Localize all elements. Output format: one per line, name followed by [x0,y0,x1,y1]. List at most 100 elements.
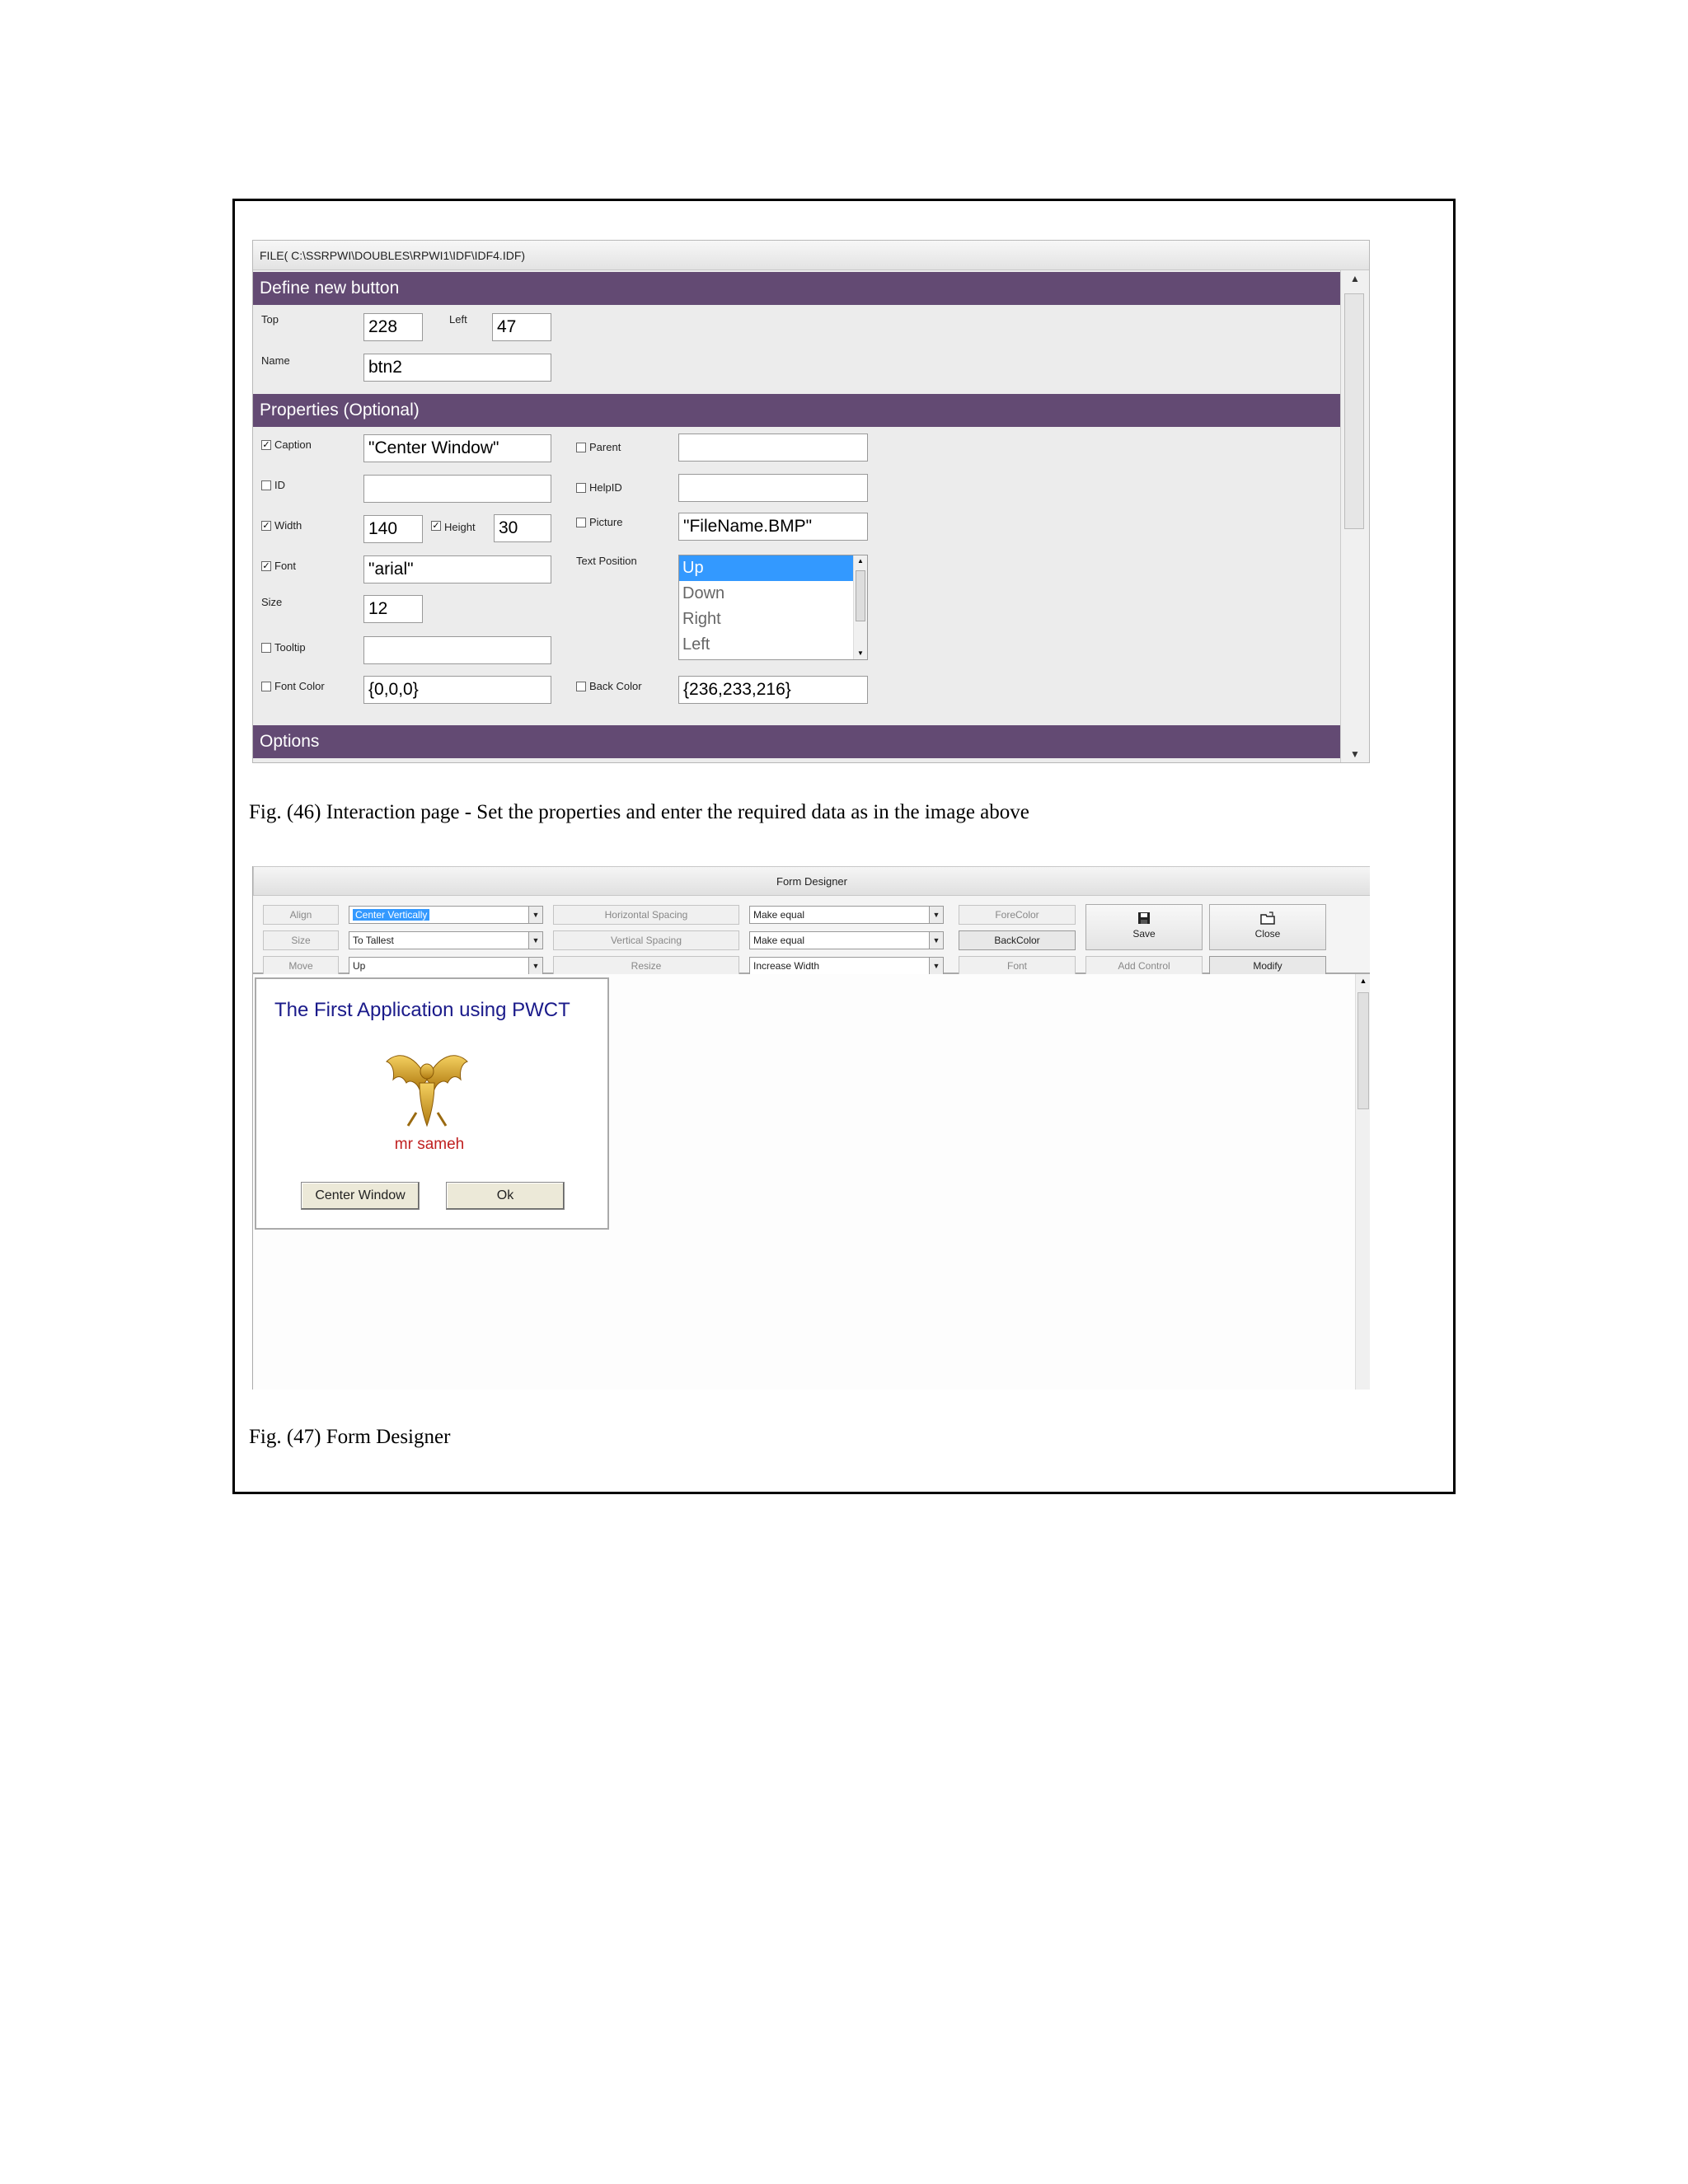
font-checkbox[interactable]: ✓ [261,561,271,571]
parent-checkbox[interactable] [576,443,586,452]
interaction-page-window: FILE( C:\SSRPWI\DOUBLES\RPWI1\IDF\IDF4.I… [252,240,1370,763]
parent-label: Parent [589,441,621,453]
chevron-down-icon[interactable]: ▼ [929,958,943,974]
designed-form[interactable]: The First Application using PWCT mr same… [255,977,609,1230]
eagle-logo[interactable] [383,1047,471,1129]
forecolor-button[interactable]: ForeColor [959,905,1076,925]
resize-button[interactable]: Resize [553,956,739,976]
id-input[interactable] [363,475,551,503]
move-button[interactable]: Move [263,956,339,976]
caption-checkbox[interactable]: ✓ [261,440,271,450]
scroll-down-icon[interactable]: ▼ [1341,746,1369,762]
form-title-label[interactable]: The First Application using PWCT [274,999,570,1022]
resize-combo[interactable]: Increase Width ▼ [749,957,944,975]
scroll-thumb[interactable] [856,570,865,621]
picture-input[interactable]: "FileName.BMP" [678,513,868,541]
back-color-checkbox[interactable] [576,682,586,691]
height-checkbox[interactable]: ✓ [431,521,441,531]
caption-input[interactable]: "Center Window" [363,434,551,462]
top-input[interactable]: 228 [363,313,423,341]
ok-button[interactable]: Ok [446,1182,565,1210]
caption-label: Caption [274,438,312,451]
close-button[interactable]: Close [1209,904,1326,950]
font-input[interactable]: "arial" [363,555,551,583]
width-checkbox[interactable]: ✓ [261,521,271,531]
scroll-down-icon[interactable]: ▼ [854,648,867,659]
add-control-button[interactable]: Add Control [1085,956,1203,976]
size-combo[interactable]: To Tallest ▼ [349,931,543,949]
move-combo-value: Up [353,960,366,972]
font-button[interactable]: Font [959,956,1076,976]
back-color-label: Back Color [589,680,642,692]
font-color-checkbox[interactable] [261,682,271,691]
picture-label: Picture [589,516,623,528]
align-combo-value: Center Vertically [353,909,430,921]
size-input[interactable]: 12 [363,595,423,623]
chevron-down-icon[interactable]: ▼ [929,932,943,949]
horizontal-spacing-button[interactable]: Horizontal Spacing [553,905,739,925]
section-options: Options [253,725,1341,758]
font-label: Font [274,560,297,572]
size-button[interactable]: Size [263,930,339,950]
tooltip-label: Tooltip [274,641,306,654]
text-position-option[interactable]: Down [679,581,854,607]
scroll-thumb[interactable] [1357,992,1369,1109]
horizontal-spacing-value: Make equal [753,909,805,921]
close-label: Close [1254,928,1281,940]
align-button[interactable]: Align [263,905,339,925]
tooltip-input[interactable] [363,636,551,664]
save-button[interactable]: Save [1085,904,1203,950]
vertical-spacing-combo[interactable]: Make equal ▼ [749,931,944,949]
horizontal-spacing-combo[interactable]: Make equal ▼ [749,906,944,924]
picture-checkbox[interactable] [576,518,586,527]
author-label[interactable]: mr sameh [256,1136,603,1154]
left-label: Left [449,313,467,326]
width-label: Width [274,519,302,532]
width-input[interactable]: 140 [363,515,423,543]
text-position-option[interactable]: Right [679,607,854,632]
text-position-option[interactable]: Left [679,632,854,658]
align-combo[interactable]: Center Vertically ▼ [349,906,543,924]
chevron-down-icon[interactable]: ▼ [929,907,943,923]
id-checkbox[interactable] [261,480,271,490]
chevron-down-icon[interactable]: ▼ [528,907,542,923]
left-input[interactable]: 47 [492,313,551,341]
size-label: Size [261,596,283,608]
height-label: Height [444,521,476,533]
page-scrollbar[interactable]: ▲ ▼ [1340,270,1369,762]
helpid-label: HelpID [589,481,622,494]
name-label: Name [261,354,290,367]
font-color-input[interactable]: {0,0,0} [363,676,551,704]
helpid-input[interactable] [678,474,868,502]
back-color-input[interactable]: {236,233,216} [678,676,868,704]
center-window-button[interactable]: Center Window [301,1182,420,1210]
text-position-label: Text Position [576,555,637,567]
backcolor-button[interactable]: BackColor [959,930,1076,950]
save-label: Save [1132,928,1156,940]
size-combo-value: To Tallest [353,935,394,946]
height-input[interactable]: 30 [494,514,551,542]
form-designer-window: Form Designer Align Size Move Center Ver… [252,866,1370,1390]
vertical-spacing-button[interactable]: Vertical Spacing [553,930,739,950]
scroll-thumb[interactable] [1344,293,1364,529]
move-combo[interactable]: Up ▼ [349,957,543,975]
text-position-option[interactable]: Up [679,555,854,581]
scroll-up-icon[interactable]: ▲ [1356,974,1370,987]
modify-button[interactable]: Modify [1209,956,1326,976]
tooltip-checkbox[interactable] [261,643,271,653]
chevron-down-icon[interactable]: ▼ [528,932,542,949]
helpid-checkbox[interactable] [576,483,586,493]
chevron-down-icon[interactable]: ▼ [528,958,542,974]
name-input[interactable]: btn2 [363,354,551,382]
top-label: Top [261,313,279,326]
canvas-scrollbar[interactable]: ▲ [1355,974,1370,1390]
figure-47-caption: Fig. (47) Form Designer [249,1426,451,1448]
text-position-listbox[interactable]: Up Down Right Left ▲ ▼ [678,555,868,660]
design-canvas[interactable]: The First Application using PWCT mr same… [253,974,1370,1390]
listbox-scrollbar[interactable]: ▲ ▼ [853,555,867,659]
section-define-new-button: Define new button [253,272,1341,305]
scroll-up-icon[interactable]: ▲ [1341,270,1369,287]
scroll-up-icon[interactable]: ▲ [854,555,867,567]
folder-icon [1210,912,1325,928]
parent-input[interactable] [678,434,868,462]
